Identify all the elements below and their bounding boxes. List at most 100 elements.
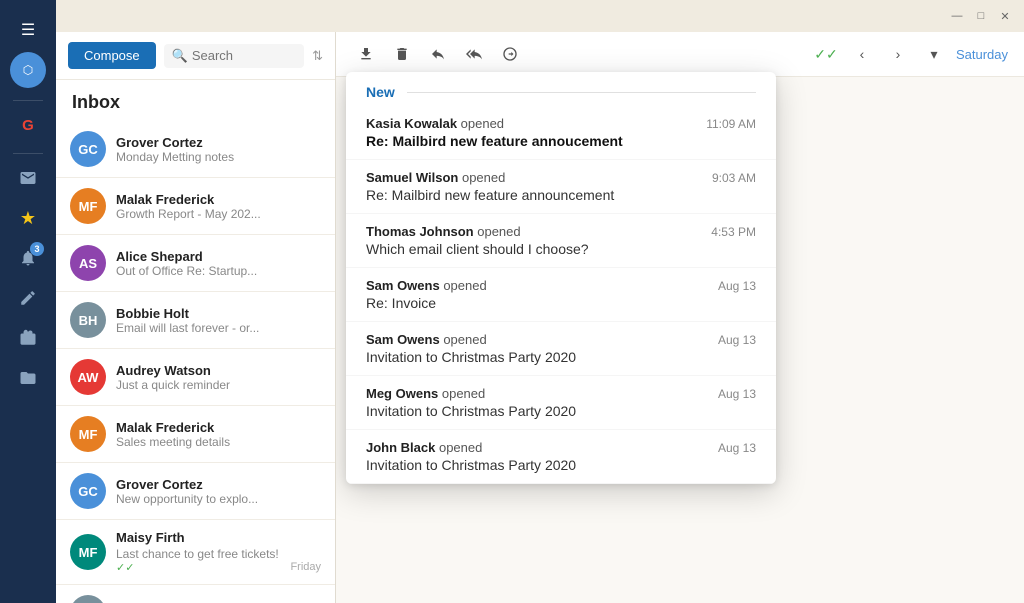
close-button[interactable]: ✕ <box>998 9 1012 23</box>
star-nav-icon[interactable]: ★ <box>10 200 46 236</box>
email-content: Malak Frederick Growth Report - May 202.… <box>116 192 321 221</box>
email-sender: Malak Frederick <box>116 192 321 207</box>
email-item[interactable]: GC Grover Cortez New opportunity to expl… <box>56 463 335 520</box>
forward-button[interactable] <box>496 40 524 68</box>
dropdown-item-header: Kasia Kowalak opened 11:09 AM <box>366 116 756 131</box>
filter-icon[interactable]: ⇅ <box>312 48 323 64</box>
dropdown-item[interactable]: Sam Owens opened Aug 13 Invitation to Ch… <box>346 322 776 376</box>
icon-sidebar: ☰ ⬡ G ★ 3 <box>0 0 56 603</box>
archive-nav-icon[interactable] <box>10 320 46 356</box>
compose-nav-icon[interactable] <box>10 280 46 316</box>
dropdown-sender: Sam Owens opened <box>366 332 487 347</box>
notification-dropdown: New Kasia Kowalak opened 11:09 AM Re: Ma… <box>346 72 776 484</box>
sidebar-divider <box>13 100 43 101</box>
dropdown-time: 11:09 AM <box>706 117 756 131</box>
email-sender: Maisy Firth <box>116 530 321 545</box>
dropdown-subject: Re: Mailbird new feature annoucement <box>366 133 756 149</box>
more-button[interactable]: ▾ <box>920 40 948 68</box>
email-content: Grover Cortez Monday Metting notes <box>116 135 321 164</box>
avatar: AS <box>70 245 106 281</box>
reply-button[interactable] <box>424 40 452 68</box>
avatar: AW <box>70 359 106 395</box>
dropdown-item-header: Sam Owens opened Aug 13 <box>366 278 756 293</box>
dropdown-subject: Invitation to Christmas Party 2020 <box>366 457 756 473</box>
email-preview: Just a quick reminder <box>116 378 321 392</box>
dropdown-item-header: Thomas Johnson opened 4:53 PM <box>366 224 756 239</box>
reading-pane: ✓✓ ‹ › ▾ Saturday event. Here's what we … <box>336 32 1024 603</box>
email-preview: New opportunity to explo... <box>116 492 321 506</box>
google-icon[interactable]: G <box>10 107 46 143</box>
minimize-button[interactable]: — <box>950 9 964 23</box>
email-sender: Grover Cortez <box>116 135 321 150</box>
search-box[interactable]: 🔍 <box>164 44 304 68</box>
avatar: MF <box>70 416 106 452</box>
email-preview: Sales meeting details <box>116 435 321 449</box>
dropdown-time: 9:03 AM <box>712 171 756 185</box>
search-input[interactable] <box>192 48 296 63</box>
avatar: BH <box>70 302 106 338</box>
email-sender: Malak Frederick <box>116 420 321 435</box>
dropdown-subject: Re: Invoice <box>366 295 756 311</box>
email-item[interactable]: BH Bobbie Holt Email will last forever -… <box>56 292 335 349</box>
dropdown-item[interactable]: Samuel Wilson opened 9:03 AM Re: Mailbir… <box>346 160 776 214</box>
notification-nav-icon[interactable]: 3 <box>10 240 46 276</box>
email-item[interactable]: MF Malak Frederick Sales meeting details <box>56 406 335 463</box>
email-item[interactable]: BH Bobbie Holt <box>56 585 335 603</box>
email-content: Maisy Firth Last chance to get free tick… <box>116 530 321 574</box>
dropdown-time: Aug 13 <box>718 279 756 293</box>
dropdown-sender: Kasia Kowalak opened <box>366 116 504 131</box>
email-item[interactable]: AW Audrey Watson Just a quick reminder <box>56 349 335 406</box>
dropdown-item-header: Meg Owens opened Aug 13 <box>366 386 756 401</box>
email-list-panel: Compose 🔍 ⇅ Inbox GC Grover Cortez Monda… <box>56 32 336 603</box>
check-icon[interactable]: ✓✓ <box>812 40 840 68</box>
menu-icon[interactable]: ☰ <box>10 12 46 48</box>
email-preview: Growth Report - May 202... <box>116 207 321 221</box>
avatar: MF <box>70 534 106 570</box>
dropdown-item[interactable]: Thomas Johnson opened 4:53 PM Which emai… <box>346 214 776 268</box>
dropdown-sender: Samuel Wilson opened <box>366 170 505 185</box>
download-button[interactable] <box>352 40 380 68</box>
forward-nav-button[interactable]: › <box>884 40 912 68</box>
search-icon: 🔍 <box>172 48 188 64</box>
back-button[interactable]: ‹ <box>848 40 876 68</box>
avatar-icon[interactable]: ⬡ <box>10 52 46 88</box>
dropdown-item[interactable]: Meg Owens opened Aug 13 Invitation to Ch… <box>346 376 776 430</box>
inbox-title: Inbox <box>56 80 335 121</box>
dropdown-time: Aug 13 <box>718 333 756 347</box>
reading-toolbar: ✓✓ ‹ › ▾ Saturday <box>336 32 1024 77</box>
avatar: BH <box>70 595 106 603</box>
folder-nav-icon[interactable] <box>10 360 46 396</box>
email-sender: Grover Cortez <box>116 477 321 492</box>
email-item[interactable]: MF Maisy Firth Last chance to get free t… <box>56 520 335 585</box>
maximize-button[interactable]: □ <box>974 9 988 23</box>
dropdown-item-header: John Black opened Aug 13 <box>366 440 756 455</box>
dropdown-time: Aug 13 <box>718 441 756 455</box>
email-time: Friday <box>290 561 321 574</box>
email-item[interactable]: MF Malak Frederick Growth Report - May 2… <box>56 178 335 235</box>
email-content: Bobbie Holt Email will last forever - or… <box>116 306 321 335</box>
dropdown-time: Aug 13 <box>718 387 756 401</box>
email-preview: Monday Metting notes <box>116 150 321 164</box>
dropdown-sender: Thomas Johnson opened <box>366 224 521 239</box>
email-preview: Last chance to get free tickets! <box>116 547 279 561</box>
email-item[interactable]: AS Alice Shepard Out of Office Re: Start… <box>56 235 335 292</box>
email-list: GC Grover Cortez Monday Metting notes MF… <box>56 121 335 603</box>
dropdown-section-header: New <box>346 72 776 106</box>
dropdown-item[interactable]: John Black opened Aug 13 Invitation to C… <box>346 430 776 484</box>
inbox-nav-icon[interactable] <box>10 160 46 196</box>
email-content: Malak Frederick Sales meeting details <box>116 420 321 449</box>
dropdown-item[interactable]: Kasia Kowalak opened 11:09 AM Re: Mailbi… <box>346 106 776 160</box>
reply-all-button[interactable] <box>460 40 488 68</box>
email-content: Audrey Watson Just a quick reminder <box>116 363 321 392</box>
dropdown-item-header: Samuel Wilson opened 9:03 AM <box>366 170 756 185</box>
toolbar: Compose 🔍 ⇅ <box>56 32 335 80</box>
notification-badge: 3 <box>30 242 44 256</box>
dropdown-subject: Which email client should I choose? <box>366 241 756 257</box>
dropdown-item[interactable]: Sam Owens opened Aug 13 Re: Invoice <box>346 268 776 322</box>
email-item[interactable]: GC Grover Cortez Monday Metting notes <box>56 121 335 178</box>
dropdown-sender: John Black opened <box>366 440 482 455</box>
email-content: Grover Cortez New opportunity to explo..… <box>116 477 321 506</box>
dropdown-sender: Meg Owens opened <box>366 386 485 401</box>
delete-button[interactable] <box>388 40 416 68</box>
compose-button[interactable]: Compose <box>68 42 156 69</box>
